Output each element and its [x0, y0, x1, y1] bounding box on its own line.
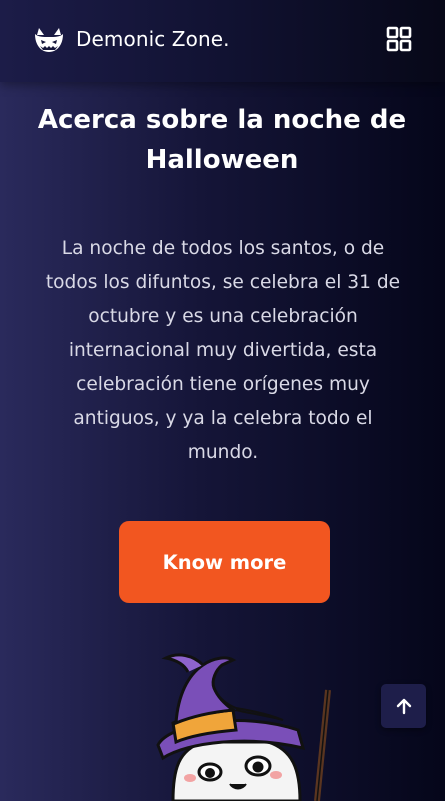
ghost-witch-illustration: [156, 653, 331, 801]
arrow-up-icon: [396, 698, 411, 715]
menu-grid-button[interactable]: [386, 26, 412, 52]
brand-logo-link[interactable]: Demonic Zone.: [33, 25, 230, 53]
site-header: Demonic Zone.: [0, 0, 445, 82]
know-more-button[interactable]: Know more: [119, 521, 330, 603]
scroll-to-top-button[interactable]: [381, 684, 426, 728]
hero-description: La noche de todos los santos, o de todos…: [45, 238, 401, 463]
pumpkin-face-icon: [35, 28, 63, 52]
grid-icon: [386, 26, 412, 52]
hero-title: Acerca sobre la noche de Halloween: [37, 105, 407, 175]
brand-name: Demonic Zone.: [76, 27, 230, 51]
